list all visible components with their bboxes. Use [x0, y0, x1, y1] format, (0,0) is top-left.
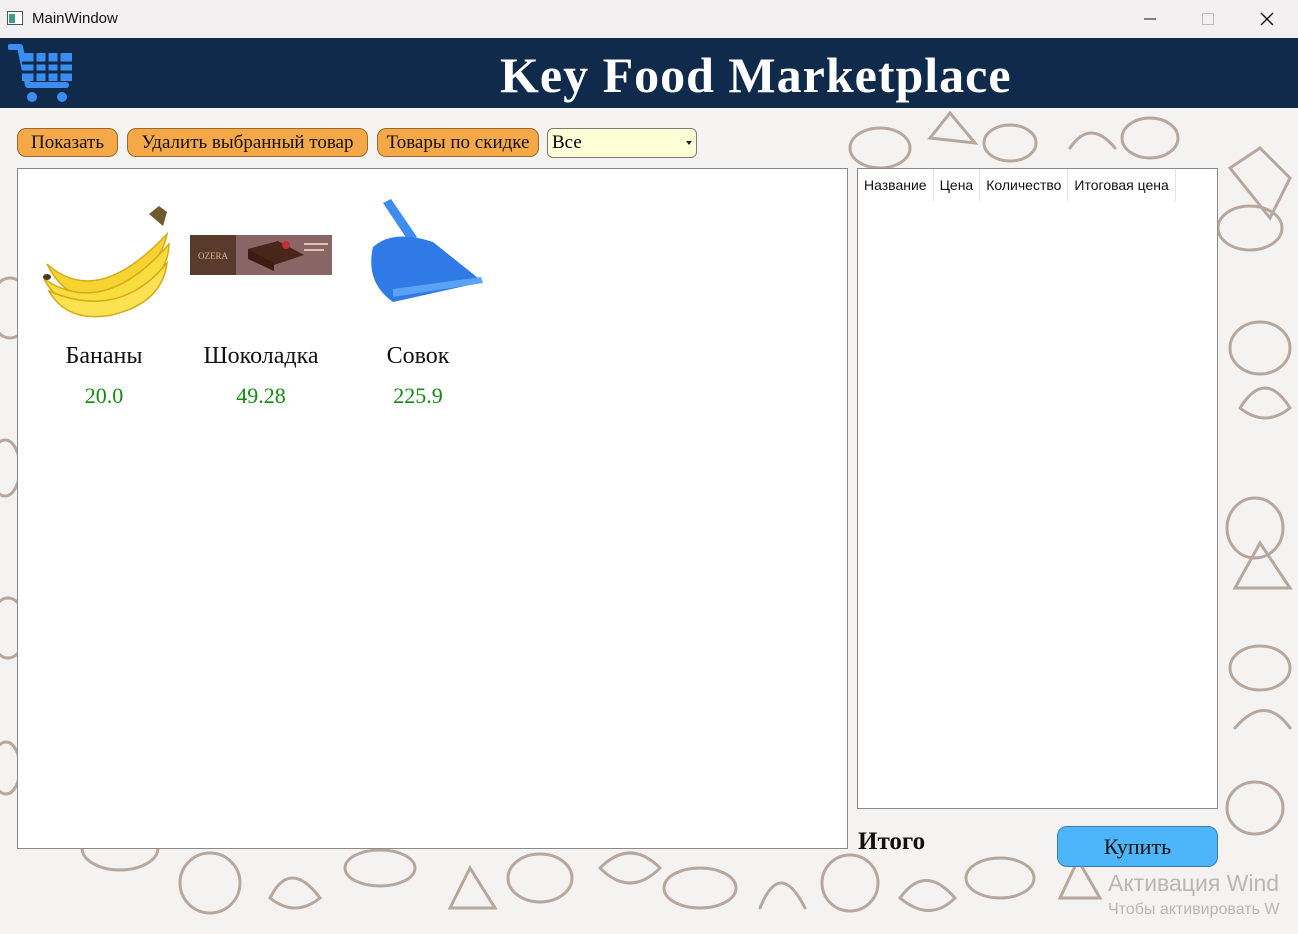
- product-price: 20.0: [84, 383, 124, 408]
- product-list: Бананы 20.0 OZERA Шоколадка 49.28 Совок …: [17, 168, 848, 849]
- column-header-quantity[interactable]: Количество: [980, 169, 1069, 201]
- banana-image: [43, 206, 170, 318]
- dustpan-image: [371, 199, 483, 302]
- maximize-button[interactable]: [1179, 0, 1237, 38]
- window-title: MainWindow: [32, 10, 118, 27]
- product-price: 49.28: [236, 383, 286, 408]
- show-button[interactable]: Показать: [17, 128, 118, 157]
- windows-activation-watermark: Активация Wind Чтобы активировать W: [1108, 870, 1298, 919]
- cart-table-header: Название Цена Количество Итоговая цена: [858, 169, 1176, 201]
- product-name: Совок: [386, 343, 450, 369]
- watermark-line-2: Чтобы активировать W: [1108, 901, 1280, 918]
- svg-text:OZERA: OZERA: [198, 251, 228, 261]
- product-card[interactable]: Совок 225.9: [343, 189, 493, 419]
- close-icon: [1260, 12, 1274, 26]
- minimize-icon: [1144, 18, 1156, 20]
- window-titlebar: MainWindow: [0, 0, 1298, 39]
- category-filter-value: Все: [552, 132, 582, 153]
- product-name: Шоколадка: [203, 343, 319, 369]
- minimize-button[interactable]: [1121, 0, 1179, 38]
- product-card[interactable]: Бананы 20.0: [29, 189, 179, 419]
- maximize-icon: [1202, 13, 1214, 25]
- product-price: 225.9: [393, 383, 443, 408]
- product-card[interactable]: OZERA Шоколадка 49.28: [186, 189, 336, 419]
- buy-button[interactable]: Купить: [1057, 826, 1218, 867]
- shopping-cart-icon: [8, 44, 72, 102]
- app-header: Key Food Marketplace: [0, 38, 1298, 108]
- product-name: Бананы: [65, 343, 143, 369]
- category-filter-select[interactable]: Все: [547, 128, 697, 158]
- delete-selected-button[interactable]: Удалить выбранный товар: [127, 128, 368, 157]
- total-label: Итого: [858, 828, 926, 855]
- discount-products-button[interactable]: Товары по скидке: [377, 128, 539, 157]
- column-header-price[interactable]: Цена: [934, 169, 981, 201]
- watermark-line-1: Активация Wind: [1108, 870, 1280, 896]
- dropdown-arrow-icon: [686, 141, 692, 145]
- cart-table[interactable]: Название Цена Количество Итоговая цена: [857, 168, 1218, 809]
- app-window-icon: [7, 11, 23, 25]
- brand-title: Key Food Marketplace: [500, 47, 1012, 103]
- column-header-total-price[interactable]: Итоговая цена: [1068, 169, 1176, 201]
- chocolate-bar-image: OZERA: [190, 235, 332, 275]
- close-button[interactable]: [1238, 0, 1296, 38]
- column-header-name[interactable]: Название: [858, 169, 934, 201]
